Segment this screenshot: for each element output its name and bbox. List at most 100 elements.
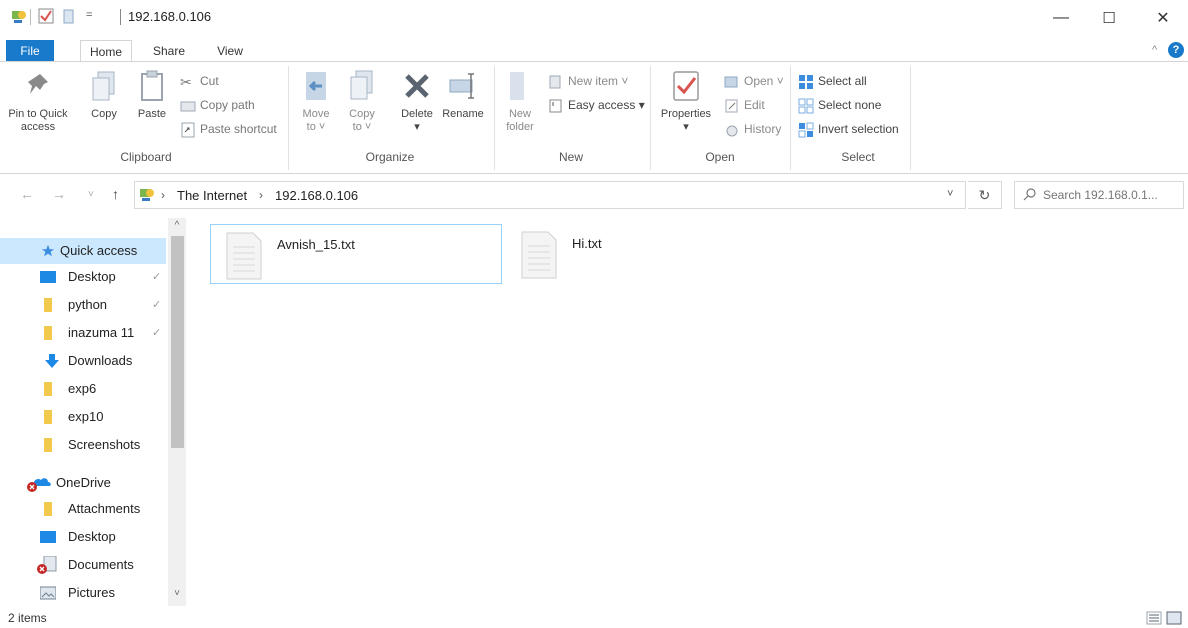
file-item[interactable]: Avnish_15.txt [210,224,502,284]
sidebar-item-desktop[interactable]: Desktop ✓ [0,264,166,290]
history-icon [726,125,738,137]
tab-file[interactable]: File [6,40,54,62]
scroll-up-icon[interactable]: ^ [168,220,186,234]
invert-selection-button[interactable]: Invert selection [798,120,899,138]
scroll-thumb[interactable] [171,236,184,448]
ribbon-collapse-icon[interactable]: ^ [1152,44,1157,56]
select-all-button[interactable]: Select all [798,72,867,90]
pin-icon[interactable]: ✓ [152,264,161,290]
properties-button[interactable]: Properties ▾ [656,68,716,134]
refresh-icon[interactable]: ↻ [968,181,1002,209]
cloud-icon [27,478,51,492]
properties-icon [673,71,699,101]
sidebar-item-quick-access[interactable]: Quick access [0,238,166,264]
new-item-icon [549,75,561,89]
details-view-icon[interactable] [1146,611,1162,625]
breadcrumb-separator[interactable]: › [161,188,165,202]
edit-button[interactable]: Edit [724,96,765,114]
open-button[interactable]: Open ˅ [724,72,784,90]
cut-label: Cut [200,74,219,88]
ribbon: Pin to Quick access Copy Paste ✂ Cut Copy… [0,61,1188,174]
sidebar-item-downloads[interactable]: Downloads [0,348,166,374]
folder-qa-icon[interactable] [62,8,76,24]
tab-view[interactable]: View [208,40,252,62]
new-folder-button[interactable]: New folder [500,68,540,134]
copy-button[interactable]: Copy [84,68,124,121]
back-arrow-icon[interactable]: ← [20,186,34,202]
minimize-button[interactable]: — [1038,0,1084,36]
paste-shortcut-button[interactable]: Paste shortcut [180,120,277,138]
large-icons-view-icon[interactable] [1166,611,1182,625]
address-dropdown-icon[interactable]: ˅ [947,188,953,200]
properties-check-icon[interactable] [38,8,54,24]
sidebar-item-attachments[interactable]: Attachments [0,496,166,522]
paste-button[interactable]: Paste [132,68,172,121]
group-divider [288,66,289,170]
sidebar-item-inazuma-11[interactable]: inazuma 11 ✓ [0,320,166,346]
select-none-button[interactable]: Select none [798,96,881,114]
maximize-button[interactable]: ☐ [1086,0,1132,36]
new-group-label: New [558,150,583,164]
sidebar-item-label: Documents [68,557,134,572]
tab-share[interactable]: Share [146,40,192,62]
help-icon[interactable]: ? [1168,42,1184,58]
breadcrumb-separator[interactable]: › [259,188,263,202]
clipboard-group-label: Clipboard [120,150,172,164]
sidebar-item-python[interactable]: python ✓ [0,292,166,318]
file-item[interactable]: Hi.txt [506,224,796,284]
copy-path-icon [180,101,196,112]
up-arrow-icon[interactable]: ↑ [112,186,119,202]
delete-x-icon [405,74,429,98]
history-button[interactable]: History [724,120,781,138]
pin-icon [28,74,48,94]
breadcrumb-current[interactable]: 192.168.0.106 [275,188,358,203]
pin-icon[interactable]: ✓ [152,292,161,318]
sidebar-item-exp6[interactable]: exp6 [0,376,166,402]
customize-toolbar-icon[interactable]: = [86,9,92,21]
close-button[interactable]: ✕ [1140,0,1186,36]
folder-icon [44,382,52,396]
network-globe-icon[interactable] [10,8,28,26]
tab-home[interactable]: Home [80,40,132,63]
invert-selection-label: Invert selection [818,122,899,136]
delete-dropdown-icon[interactable]: ▾ [414,121,420,133]
cut-button[interactable]: ✂ Cut [180,72,219,90]
select-none-label: Select none [818,98,882,112]
copy-path-button[interactable]: Copy path [180,96,255,114]
delete-label: Delete [401,108,433,120]
invert-selection-icon [798,122,814,138]
scroll-down-icon[interactable]: ˅ [168,588,186,602]
sidebar-item-onedrive-desktop[interactable]: Desktop [0,524,166,550]
forward-arrow-icon[interactable]: → [52,186,66,202]
easy-access-button[interactable]: Easy access ▾ [548,96,645,114]
sidebar-item-exp10[interactable]: exp10 [0,404,166,430]
sidebar-item-onedrive[interactable]: OneDrive [0,470,166,496]
pictures-icon [40,586,56,600]
sidebar-item-pictures[interactable]: Pictures [0,580,166,606]
recent-locations-icon[interactable]: ˅ [88,189,94,200]
address-bar[interactable]: › The Internet › 192.168.0.106 ˅ [134,181,966,209]
search-icon [1023,188,1036,201]
search-input[interactable] [1043,186,1179,204]
rename-button[interactable]: Rename [440,68,486,121]
new-item-button[interactable]: New item ˅ [548,72,628,90]
star-icon [41,244,55,257]
search-box[interactable] [1014,181,1184,209]
sidebar-item-documents[interactable]: Documents [0,552,166,578]
delete-button[interactable]: Delete ▾ [394,68,440,134]
paste-shortcut-label: Paste shortcut [200,122,277,136]
properties-dropdown-icon[interactable]: ▾ [683,121,689,133]
sidebar-item-screenshots[interactable]: Screenshots [0,432,166,458]
pin-icon[interactable]: ✓ [152,320,161,346]
folder-icon [44,298,52,312]
paste-shortcut-icon [181,122,195,138]
sidebar-scrollbar[interactable]: ^ ˅ [168,218,186,606]
pin-to-quick-access-button[interactable]: Pin to Quick access [6,68,70,134]
copy-to-button[interactable]: Copy to ˅ [342,68,382,134]
breadcrumb-the-internet[interactable]: The Internet [177,188,247,203]
move-to-button[interactable]: Move to ˅ [296,68,336,134]
new-folder-label-1: New [508,108,531,120]
open-icon [724,76,738,88]
rename-label: Rename [442,108,484,120]
sidebar-item-label: OneDrive [56,475,111,490]
